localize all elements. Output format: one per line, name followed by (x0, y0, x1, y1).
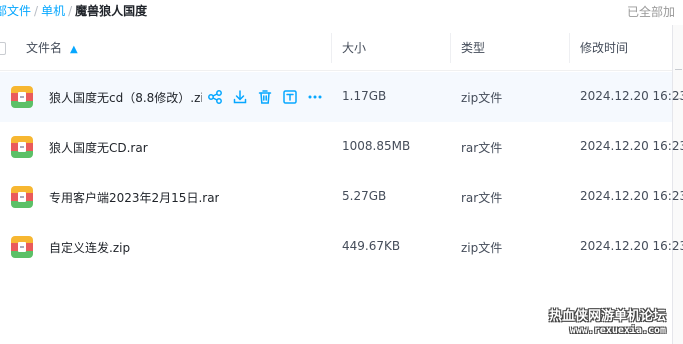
file-size: 1.17GB (342, 89, 387, 103)
download-icon[interactable] (232, 89, 248, 105)
right-side-panel-edge[interactable] (672, 25, 683, 344)
zip-file-icon (11, 86, 33, 108)
select-all-checkbox[interactable] (0, 42, 6, 55)
file-modified-time: 2024.12.20 16:23 (580, 239, 683, 253)
column-header-name[interactable]: 文件名 ▲ (26, 25, 78, 71)
rar-file-icon (11, 186, 33, 208)
breadcrumb-separator: / (34, 4, 39, 18)
file-size: 1008.85MB (342, 139, 411, 153)
rar-file-icon (11, 136, 33, 158)
column-header-type[interactable]: 类型 (461, 25, 485, 71)
file-name[interactable]: 自定义连发.zip (49, 239, 130, 256)
file-name[interactable]: 狼人国度无CD.rar (49, 139, 148, 156)
more-icon[interactable] (307, 89, 323, 105)
breadcrumb-current: 魔兽狼人国度 (75, 4, 148, 18)
file-type: rar文件 (461, 141, 503, 155)
share-icon[interactable] (207, 89, 223, 105)
column-divider[interactable] (569, 33, 570, 63)
column-header-modified[interactable]: 修改时间 (580, 25, 628, 71)
panel-divider (675, 69, 682, 70)
delete-icon[interactable] (257, 89, 273, 105)
sort-icon[interactable]: ▲ (70, 44, 78, 55)
column-divider[interactable] (331, 33, 332, 63)
file-modified-time: 2024.12.20 16:23 (580, 139, 683, 153)
breadcrumb-item-all-files[interactable]: 部文件 (0, 4, 31, 18)
column-header-size[interactable]: 大小 (342, 25, 366, 71)
file-size: 5.27GB (342, 189, 387, 203)
loaded-all-hint: 已全部加 (626, 5, 675, 19)
zip-file-icon (11, 236, 33, 258)
table-row[interactable]: 自定义连发.zip 449.67KB zip文件 2024.12.20 16:2… (0, 222, 683, 272)
table-row[interactable]: 狼人国度无cd（8.8修改）.zip 1.17GB zip文件 2024.12.… (0, 72, 683, 122)
file-name[interactable]: 狼人国度无cd（8.8修改）.zip (49, 89, 202, 106)
file-modified-time: 2024.12.20 16:23 (580, 189, 683, 203)
file-type: zip文件 (461, 241, 503, 255)
breadcrumb-item-single-player[interactable]: 单机 (41, 4, 65, 18)
column-header-name-label: 文件名 (26, 41, 63, 55)
file-table-header: 文件名 ▲ 大小 类型 修改时间 (0, 25, 672, 71)
file-size: 449.67KB (342, 239, 401, 253)
breadcrumb-separator: / (68, 4, 73, 18)
watermark-title: 热血侠网游单机论坛 (549, 309, 667, 324)
watermark-url: www.rexuexia.com (569, 325, 667, 336)
breadcrumb-bar: 部文件 / 单机 / 魔兽狼人国度 已全部加 (0, 0, 683, 22)
table-row[interactable]: 专用客户端2023年2月15日.rar 5.27GB rar文件 2024.12… (0, 172, 683, 222)
site-watermark: 热血侠网游单机论坛 www.rexuexia.com (549, 305, 666, 336)
file-modified-time: 2024.12.20 16:23 (580, 89, 683, 103)
column-divider[interactable] (450, 33, 451, 63)
rename-icon[interactable] (282, 89, 298, 105)
file-type: zip文件 (461, 91, 503, 105)
file-name[interactable]: 专用客户端2023年2月15日.rar (49, 189, 219, 206)
breadcrumb: 部文件 / 单机 / 魔兽狼人国度 (0, 2, 147, 19)
file-type: rar文件 (461, 191, 503, 205)
table-row[interactable]: 狼人国度无CD.rar 1008.85MB rar文件 2024.12.20 1… (0, 122, 683, 172)
